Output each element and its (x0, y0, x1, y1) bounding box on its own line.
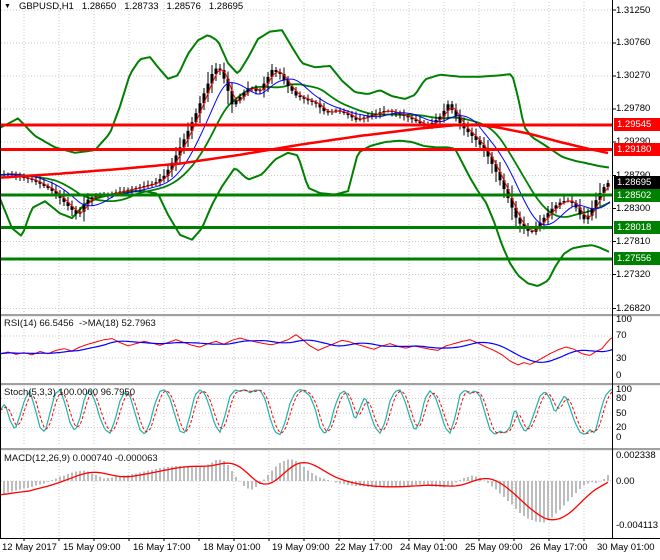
ohlc-info-row: ▼ GBPUSD,H1 1.28650 1.28733 1.28576 1.28… (4, 1, 243, 12)
time-tick-label: 25 May 09:00 (465, 542, 523, 553)
band-lower-line (1, 139, 610, 287)
macd-indicator-label: MACD(12,26,9) 0.000740 -0.000063 (4, 453, 158, 464)
low-value: 1.28576 (166, 1, 201, 12)
rsi-panel (1, 334, 612, 366)
main-chart-panel (1, 29, 611, 287)
rsi-scale-label: 100 (616, 313, 632, 325)
symbol-label: GBPUSD,H1 (18, 1, 74, 12)
price-level-tag: 1.29545 (614, 118, 660, 132)
price-tick-label: 1.27320 (616, 269, 651, 281)
rsi-scale-label: 0 (616, 369, 622, 381)
price-tick-label: 1.30760 (616, 37, 651, 49)
macd-scale-label: 0.00 (616, 475, 635, 487)
time-tick-label: 19 May 09:00 (272, 542, 330, 553)
stoch-scale-label: 0 (616, 431, 622, 443)
rsi-scale-label: 70 (616, 330, 627, 342)
price-tick-label: 1.26820 (616, 302, 651, 314)
time-tick-label: 30 May 01:00 (597, 542, 655, 553)
price-tick-label: 1.29780 (616, 103, 651, 115)
macd-panel (1, 459, 609, 523)
macd-scale-label: -0.004113 (616, 519, 659, 531)
time-axis[interactable]: 12 May 2017 15 May 09:00 16 May 17:00 18 Ma… (0, 539, 660, 560)
time-tick-label: 12 May 2017 (2, 542, 57, 553)
time-tick-label: 22 May 17:00 (335, 542, 393, 553)
symbol-dropdown-icon[interactable]: ▼ (4, 2, 11, 12)
price-axis[interactable]: 1.312501.307601.302701.297801.292901.287… (613, 0, 660, 538)
macd-scale-label: 0.002338 (616, 450, 656, 462)
close-value: 1.28695 (208, 1, 244, 12)
price-level-tag: 1.29180 (614, 142, 660, 156)
price-tick-label: 1.30270 (616, 70, 651, 82)
time-tick-label: 18 May 01:00 (203, 542, 261, 553)
price-level-tag: 1.28695 (614, 175, 660, 189)
chart-canvas[interactable] (0, 0, 660, 560)
high-value: 1.28733 (124, 1, 159, 12)
rsi-scale-label: 30 (616, 352, 627, 364)
candle-body (234, 100, 238, 105)
rsi-indicator-label: RSI(14) 66.5456 ->MA(18) 52.7963 (4, 318, 156, 329)
price-level-tag: 1.28018 (614, 221, 660, 235)
stoch-indicator-label: Stoch(5,3,3) 100.0000 96.7950 (4, 387, 135, 398)
price-tick-label: 1.31250 (616, 4, 651, 16)
stoch-scale-label: 50 (616, 407, 627, 419)
time-tick-label: 16 May 17:00 (133, 542, 191, 553)
time-tick-label: 26 May 17:00 (530, 542, 588, 553)
candle-body (450, 104, 454, 111)
mt4-chart-window: ▼ GBPUSD,H1 1.28650 1.28733 1.28576 1.28… (0, 0, 660, 560)
price-level-tag: 1.28502 (614, 188, 660, 202)
rsi-line (1, 334, 612, 366)
stoch-scale-label: 80 (616, 393, 627, 405)
price-tick-label: 1.27810 (616, 236, 651, 248)
time-tick-label: 24 May 01:00 (400, 542, 458, 553)
open-value: 1.28650 (81, 1, 117, 12)
price-level-tag: 1.27556 (614, 252, 660, 266)
time-tick-label: 15 May 09:00 (63, 542, 121, 553)
price-tick-label: 1.28300 (616, 203, 651, 215)
